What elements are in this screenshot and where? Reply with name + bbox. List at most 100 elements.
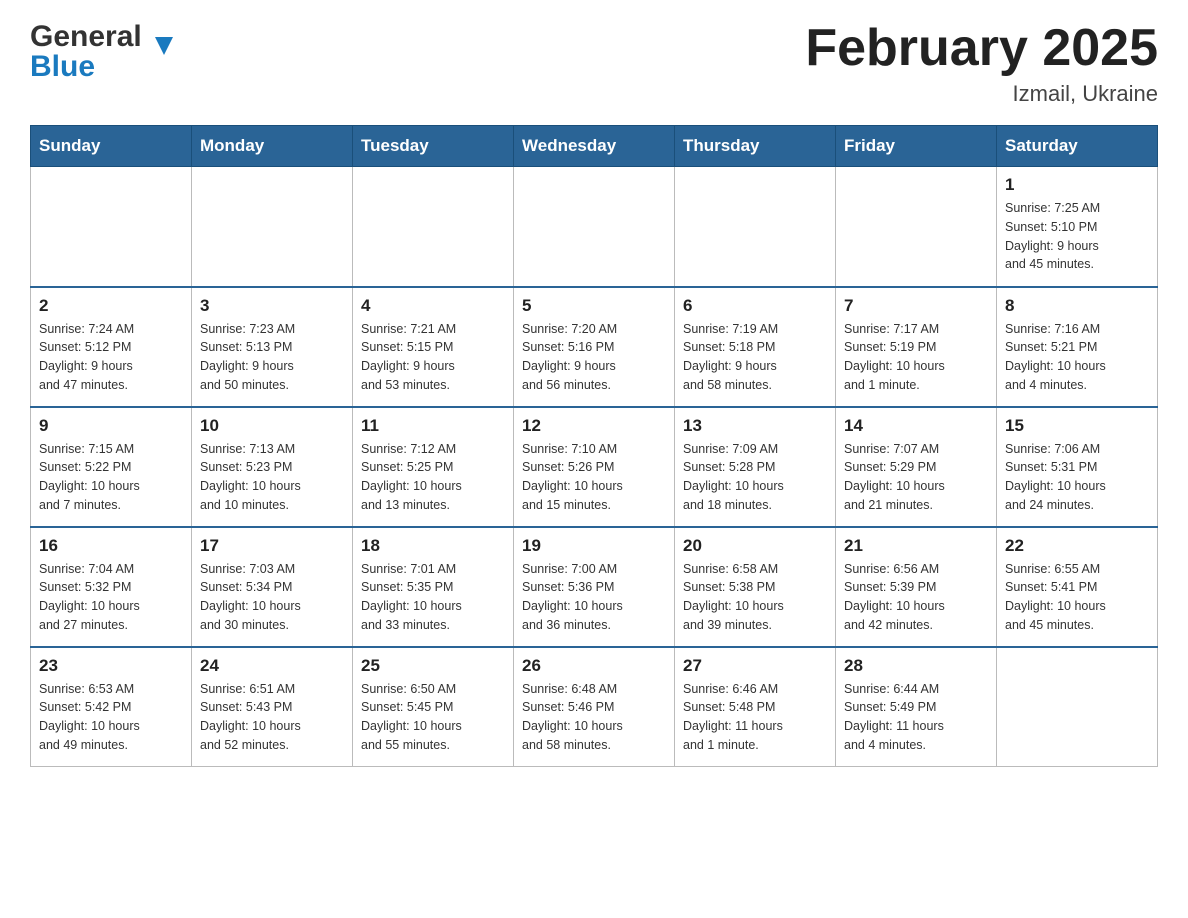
day-info: Sunrise: 7:12 AMSunset: 5:25 PMDaylight:… xyxy=(361,440,505,515)
logo-blue: Blue xyxy=(30,50,95,84)
calendar-week-row: 23 Sunrise: 6:53 AMSunset: 5:42 PMDayligh… xyxy=(31,647,1158,767)
day-number: 23 xyxy=(39,656,183,676)
calendar-cell: 8 Sunrise: 7:16 AMSunset: 5:21 PMDaylight… xyxy=(997,287,1158,407)
day-number: 17 xyxy=(200,536,344,556)
calendar-day-header: Thursday xyxy=(675,126,836,167)
calendar-cell xyxy=(353,167,514,287)
day-number: 12 xyxy=(522,416,666,436)
day-info: Sunrise: 6:56 AMSunset: 5:39 PMDaylight:… xyxy=(844,560,988,635)
calendar-day-header: Monday xyxy=(192,126,353,167)
day-info: Sunrise: 7:20 AMSunset: 5:16 PMDaylight:… xyxy=(522,320,666,395)
day-number: 11 xyxy=(361,416,505,436)
calendar-cell: 10Sunrise: 7:13 AMSunset: 5:23 PMDayligh… xyxy=(192,407,353,527)
day-number: 18 xyxy=(361,536,505,556)
day-info: Sunrise: 7:09 AMSunset: 5:28 PMDaylight:… xyxy=(683,440,827,515)
calendar-cell: 4 Sunrise: 7:21 AMSunset: 5:15 PMDaylight… xyxy=(353,287,514,407)
calendar-cell: 6 Sunrise: 7:19 AMSunset: 5:18 PMDaylight… xyxy=(675,287,836,407)
day-number: 5 xyxy=(522,296,666,316)
calendar-week-row: 16 Sunrise: 7:04 AMSunset: 5:32 PMDayligh… xyxy=(31,527,1158,647)
day-number: 1 xyxy=(1005,175,1149,195)
day-number: 21 xyxy=(844,536,988,556)
calendar-cell: 11 Sunrise: 7:12 AMSunset: 5:25 PMDayligh… xyxy=(353,407,514,527)
day-info: Sunrise: 7:15 AMSunset: 5:22 PMDaylight:… xyxy=(39,440,183,515)
calendar-table: SundayMondayTuesdayWednesdayThursdayFrid… xyxy=(30,125,1158,767)
day-info: Sunrise: 7:01 AMSunset: 5:35 PMDaylight:… xyxy=(361,560,505,635)
day-number: 13 xyxy=(683,416,827,436)
day-info: Sunrise: 6:44 AMSunset: 5:49 PMDaylight:… xyxy=(844,680,988,755)
day-info: Sunrise: 7:06 AMSunset: 5:31 PMDaylight:… xyxy=(1005,440,1149,515)
day-number: 9 xyxy=(39,416,183,436)
day-info: Sunrise: 7:13 AMSunset: 5:23 PMDaylight:… xyxy=(200,440,344,515)
day-number: 7 xyxy=(844,296,988,316)
day-number: 16 xyxy=(39,536,183,556)
page-subtitle: Izmail, Ukraine xyxy=(805,81,1158,107)
day-info: Sunrise: 7:21 AMSunset: 5:15 PMDaylight:… xyxy=(361,320,505,395)
day-info: Sunrise: 7:19 AMSunset: 5:18 PMDaylight:… xyxy=(683,320,827,395)
day-number: 27 xyxy=(683,656,827,676)
calendar-cell: 20 Sunrise: 6:58 AMSunset: 5:38 PMDayligh… xyxy=(675,527,836,647)
calendar-cell: 12 Sunrise: 7:10 AMSunset: 5:26 PMDayligh… xyxy=(514,407,675,527)
day-number: 19 xyxy=(522,536,666,556)
day-number: 4 xyxy=(361,296,505,316)
page-title: February 2025 xyxy=(805,20,1158,77)
day-info: Sunrise: 7:25 AMSunset: 5:10 PMDaylight:… xyxy=(1005,199,1149,274)
day-info: Sunrise: 7:16 AMSunset: 5:21 PMDaylight:… xyxy=(1005,320,1149,395)
calendar-cell: 24 Sunrise: 6:51 AMSunset: 5:43 PMDayligh… xyxy=(192,647,353,767)
day-info: Sunrise: 7:17 AMSunset: 5:19 PMDaylight:… xyxy=(844,320,988,395)
day-number: 28 xyxy=(844,656,988,676)
day-number: 3 xyxy=(200,296,344,316)
calendar-cell: 21 Sunrise: 6:56 AMSunset: 5:39 PMDayligh… xyxy=(836,527,997,647)
calendar-cell: 18 Sunrise: 7:01 AMSunset: 5:35 PMDayligh… xyxy=(353,527,514,647)
day-number: 22 xyxy=(1005,536,1149,556)
day-number: 20 xyxy=(683,536,827,556)
day-number: 14 xyxy=(844,416,988,436)
logo-arrow-icon xyxy=(155,37,173,57)
calendar-cell: 5 Sunrise: 7:20 AMSunset: 5:16 PMDaylight… xyxy=(514,287,675,407)
day-number: 6 xyxy=(683,296,827,316)
day-info: Sunrise: 7:04 AMSunset: 5:32 PMDaylight:… xyxy=(39,560,183,635)
logo-general: General xyxy=(30,20,142,54)
day-info: Sunrise: 6:50 AMSunset: 5:45 PMDaylight:… xyxy=(361,680,505,755)
calendar-day-header: Sunday xyxy=(31,126,192,167)
calendar-cell: 25Sunrise: 6:50 AMSunset: 5:45 PMDayligh… xyxy=(353,647,514,767)
day-info: Sunrise: 6:53 AMSunset: 5:42 PMDaylight:… xyxy=(39,680,183,755)
calendar-cell: 2 Sunrise: 7:24 AMSunset: 5:12 PMDaylight… xyxy=(31,287,192,407)
calendar-cell: 19Sunrise: 7:00 AMSunset: 5:36 PMDayligh… xyxy=(514,527,675,647)
day-info: Sunrise: 6:51 AMSunset: 5:43 PMDaylight:… xyxy=(200,680,344,755)
calendar-cell: 17 Sunrise: 7:03 AMSunset: 5:34 PMDayligh… xyxy=(192,527,353,647)
day-info: Sunrise: 6:58 AMSunset: 5:38 PMDaylight:… xyxy=(683,560,827,635)
calendar-week-row: 1 Sunrise: 7:25 AMSunset: 5:10 PMDaylight… xyxy=(31,167,1158,287)
day-number: 2 xyxy=(39,296,183,316)
calendar-cell xyxy=(997,647,1158,767)
day-info: Sunrise: 7:23 AMSunset: 5:13 PMDaylight:… xyxy=(200,320,344,395)
day-number: 26 xyxy=(522,656,666,676)
day-number: 24 xyxy=(200,656,344,676)
title-area: February 2025 Izmail, Ukraine xyxy=(805,20,1158,107)
calendar-cell: 9 Sunrise: 7:15 AMSunset: 5:22 PMDaylight… xyxy=(31,407,192,527)
calendar-day-header: Saturday xyxy=(997,126,1158,167)
day-info: Sunrise: 7:03 AMSunset: 5:34 PMDaylight:… xyxy=(200,560,344,635)
day-info: Sunrise: 7:10 AMSunset: 5:26 PMDaylight:… xyxy=(522,440,666,515)
calendar-cell: 27 Sunrise: 6:46 AMSunset: 5:48 PMDayligh… xyxy=(675,647,836,767)
calendar-cell: 26 Sunrise: 6:48 AMSunset: 5:46 PMDayligh… xyxy=(514,647,675,767)
calendar-cell: 15 Sunrise: 7:06 AMSunset: 5:31 PMDayligh… xyxy=(997,407,1158,527)
calendar-cell: 7 Sunrise: 7:17 AMSunset: 5:19 PMDaylight… xyxy=(836,287,997,407)
calendar-cell xyxy=(31,167,192,287)
calendar-cell: 1 Sunrise: 7:25 AMSunset: 5:10 PMDaylight… xyxy=(997,167,1158,287)
calendar-cell: 22Sunrise: 6:55 AMSunset: 5:41 PMDayligh… xyxy=(997,527,1158,647)
calendar-cell: 13 Sunrise: 7:09 AMSunset: 5:28 PMDayligh… xyxy=(675,407,836,527)
calendar-week-row: 9 Sunrise: 7:15 AMSunset: 5:22 PMDaylight… xyxy=(31,407,1158,527)
calendar-cell: 28 Sunrise: 6:44 AMSunset: 5:49 PMDayligh… xyxy=(836,647,997,767)
calendar-day-header: Friday xyxy=(836,126,997,167)
calendar-cell: 23 Sunrise: 6:53 AMSunset: 5:42 PMDayligh… xyxy=(31,647,192,767)
calendar-cell xyxy=(675,167,836,287)
day-info: Sunrise: 7:07 AMSunset: 5:29 PMDaylight:… xyxy=(844,440,988,515)
day-info: Sunrise: 6:48 AMSunset: 5:46 PMDaylight:… xyxy=(522,680,666,755)
day-info: Sunrise: 6:46 AMSunset: 5:48 PMDaylight:… xyxy=(683,680,827,755)
calendar-cell: 3 Sunrise: 7:23 AMSunset: 5:13 PMDaylight… xyxy=(192,287,353,407)
day-number: 8 xyxy=(1005,296,1149,316)
calendar-cell: 16 Sunrise: 7:04 AMSunset: 5:32 PMDayligh… xyxy=(31,527,192,647)
page-header: General Blue February 2025 Izmail, Ukrai… xyxy=(30,20,1158,107)
day-number: 15 xyxy=(1005,416,1149,436)
day-info: Sunrise: 7:24 AMSunset: 5:12 PMDaylight:… xyxy=(39,320,183,395)
